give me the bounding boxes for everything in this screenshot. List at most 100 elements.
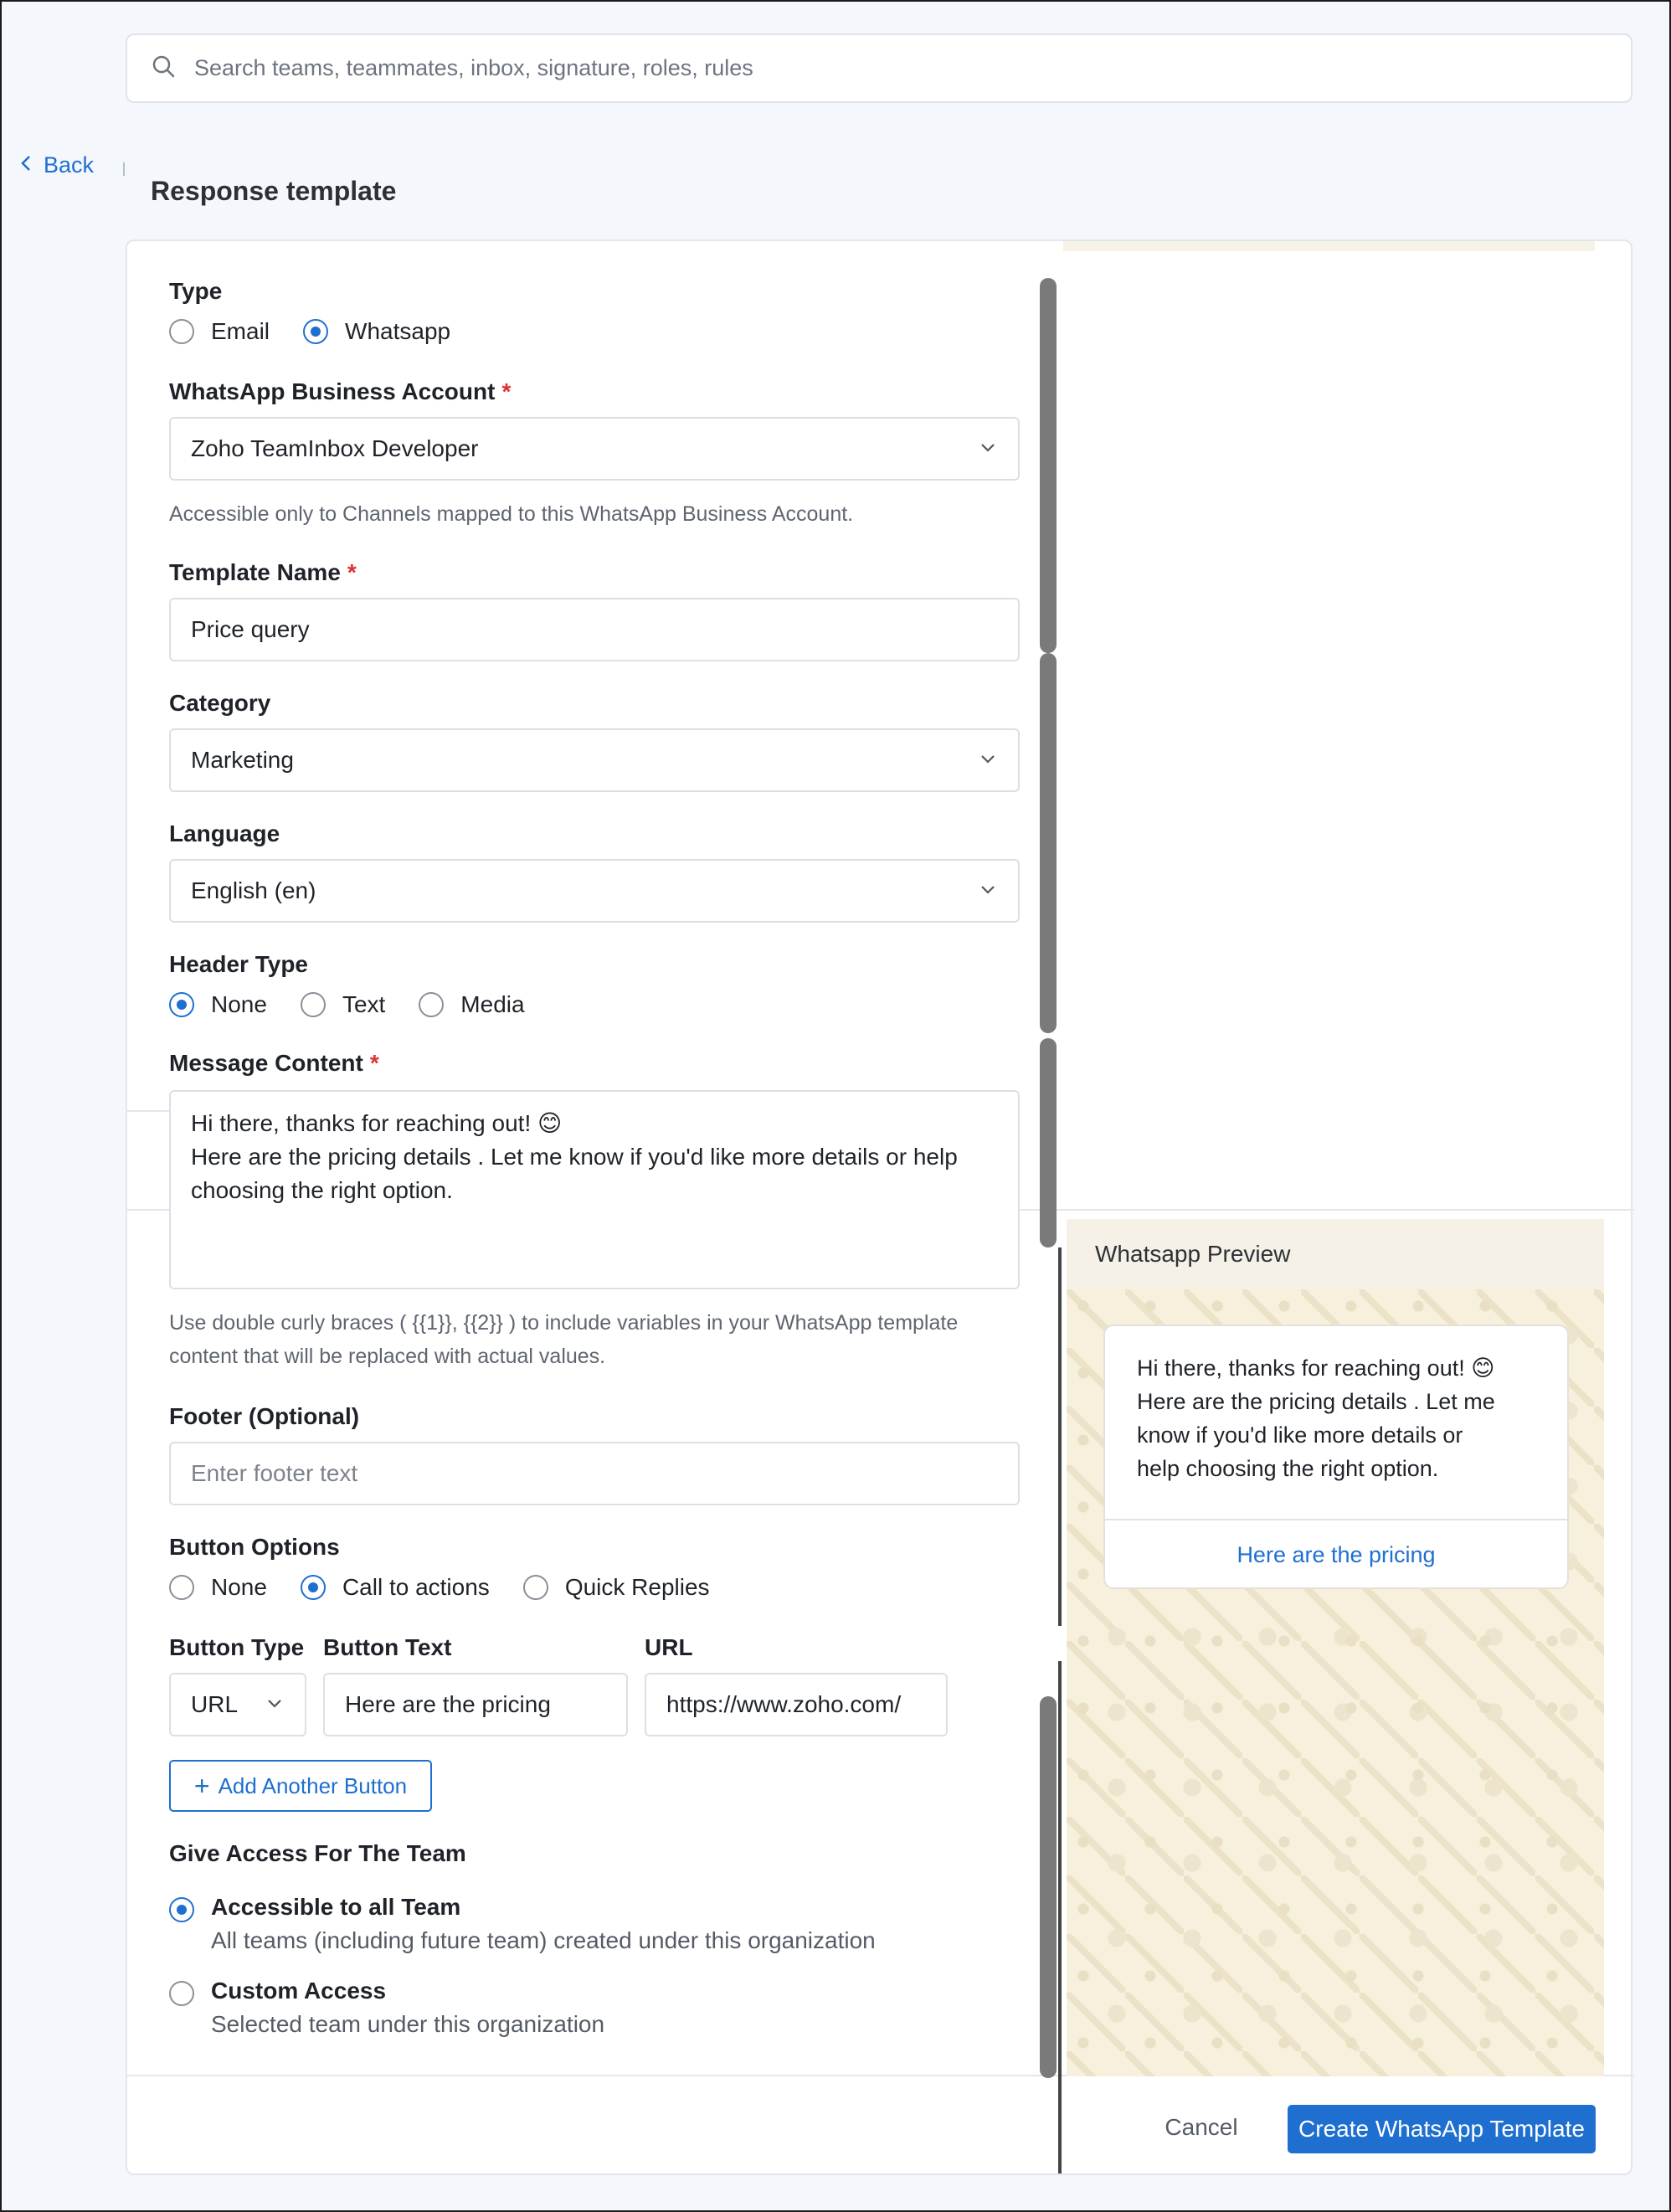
whatsapp-preview-header: Whatsapp Preview xyxy=(1067,1219,1604,1289)
button-quick-replies-radio[interactable]: Quick Replies xyxy=(522,1574,710,1601)
template-name-field[interactable] xyxy=(169,598,1020,661)
radio-label: Text xyxy=(342,991,386,1017)
language-select[interactable]: English (en) xyxy=(169,859,1020,923)
button-text-field[interactable] xyxy=(323,1673,628,1736)
radio-circle xyxy=(300,992,326,1017)
divider xyxy=(127,1110,169,1112)
radio-label: Quick Replies xyxy=(564,1574,710,1600)
access-option-subtitle: All teams (including future team) create… xyxy=(211,1927,876,1953)
required-mark: * xyxy=(347,559,357,585)
page-title: Response template xyxy=(151,176,397,206)
chevron-left-icon xyxy=(18,152,44,178)
header-none-radio[interactable]: None xyxy=(169,991,267,1018)
scrollbar-thumb[interactable] xyxy=(1040,1038,1057,1247)
radio-circle xyxy=(303,319,329,344)
header-type-label: Header Type xyxy=(169,951,308,977)
message-content-label-text: Message Content xyxy=(169,1050,363,1076)
divider xyxy=(1058,1661,1062,2173)
search-icon xyxy=(151,54,176,83)
plus-icon: + xyxy=(193,1771,210,1801)
radio-circle xyxy=(522,1575,548,1600)
search-input[interactable] xyxy=(194,55,1534,81)
access-option-subtitle: Selected team under this organization xyxy=(211,2011,605,2037)
radio-label: None xyxy=(211,1574,267,1600)
radio-circle xyxy=(169,1575,194,1600)
header-text-radio[interactable]: Text xyxy=(300,991,386,1018)
required-mark: * xyxy=(369,1050,379,1076)
radio-circle xyxy=(169,1981,194,2006)
radio-label: None xyxy=(211,991,267,1017)
button-text-label: Button Text xyxy=(323,1634,452,1660)
language-label: Language xyxy=(169,820,280,846)
button-options-label: Button Options xyxy=(169,1534,340,1560)
button-options-radio-group: None Call to actions Quick Replies xyxy=(169,1574,743,1601)
header-type-radio-group: None Text Media xyxy=(169,991,558,1018)
radio-circle xyxy=(300,1575,326,1600)
preview-message-text: Hi there, thanks for reaching out! 😊 Her… xyxy=(1137,1355,1495,1481)
template-name-label: Template Name * xyxy=(169,559,357,586)
create-whatsapp-template-button[interactable]: Create WhatsApp Template xyxy=(1288,2105,1596,2153)
radio-circle xyxy=(169,1897,194,1922)
category-select[interactable]: Marketing xyxy=(169,728,1020,792)
cancel-button[interactable]: Cancel xyxy=(1139,2103,1264,2152)
category-label: Category xyxy=(169,690,271,716)
divider xyxy=(123,162,125,176)
type-whatsapp-radio[interactable]: Whatsapp xyxy=(303,318,450,345)
preview-cta-button[interactable]: Here are the pricing xyxy=(1105,1520,1567,1589)
url-field[interactable] xyxy=(645,1673,948,1736)
type-radio-group: Email Whatsapp xyxy=(169,318,484,345)
message-content-label: Message Content * xyxy=(169,1050,379,1077)
type-label: Type xyxy=(169,278,223,304)
footer-label: Footer (Optional) xyxy=(169,1403,360,1429)
type-email-radio[interactable]: Email xyxy=(169,318,270,345)
access-option-title: Custom Access xyxy=(211,1978,387,2004)
waba-label-text: WhatsApp Business Account xyxy=(169,378,496,404)
add-another-button-label: Add Another Button xyxy=(218,1772,408,1798)
preview-cta-label: Here are the pricing xyxy=(1237,1541,1436,1567)
required-mark: * xyxy=(501,378,512,404)
chevron-down-icon xyxy=(268,1700,281,1708)
footer-input[interactable] xyxy=(191,1460,998,1487)
preview-top-strip xyxy=(1063,241,1595,251)
back-link[interactable]: Back xyxy=(18,152,94,178)
scrollbar-thumb[interactable] xyxy=(1040,278,1057,653)
scrollbar-thumb[interactable] xyxy=(1040,653,1057,1033)
chevron-down-icon xyxy=(981,886,995,894)
language-select-value: English (en) xyxy=(191,877,316,903)
waba-label: WhatsApp Business Account * xyxy=(169,378,511,405)
scrollbar-thumb[interactable] xyxy=(1040,1696,1057,2078)
message-hint-line1: Use double curly braces ( {{1}}, {{2}} )… xyxy=(169,1311,959,1335)
button-type-label: Button Type xyxy=(169,1634,305,1660)
message-content-value: Hi there, thanks for reaching out! 😊 Her… xyxy=(191,1110,958,1203)
search-bar[interactable] xyxy=(126,33,1632,103)
waba-select[interactable]: Zoho TeamInbox Developer xyxy=(169,417,1020,481)
radio-circle xyxy=(169,319,194,344)
url-label: URL xyxy=(645,1634,693,1660)
url-input[interactable] xyxy=(666,1691,926,1718)
radio-circle xyxy=(419,992,445,1017)
category-select-value: Marketing xyxy=(191,747,294,773)
divider xyxy=(1058,1247,1062,1626)
template-name-input[interactable] xyxy=(191,616,998,643)
access-custom-radio[interactable]: Custom Access Selected team under this o… xyxy=(169,1978,604,2038)
access-label: Give Access For The Team xyxy=(169,1840,466,1866)
button-none-radio[interactable]: None xyxy=(169,1574,267,1601)
message-hint-line2: content that will be replaced with actua… xyxy=(169,1345,606,1368)
template-name-label-text: Template Name xyxy=(169,559,341,585)
radio-label: Whatsapp xyxy=(345,318,451,344)
button-cta-radio[interactable]: Call to actions xyxy=(300,1574,490,1601)
button-type-select[interactable]: URL xyxy=(169,1673,306,1736)
waba-select-value: Zoho TeamInbox Developer xyxy=(191,435,479,461)
add-another-button[interactable]: + Add Another Button xyxy=(169,1760,432,1812)
access-all-team-radio[interactable]: Accessible to all Team All teams (includ… xyxy=(169,1894,876,1954)
whatsapp-preview-title: Whatsapp Preview xyxy=(1095,1241,1291,1267)
access-option-title: Accessible to all Team xyxy=(211,1894,461,1920)
button-text-input[interactable] xyxy=(345,1691,606,1718)
footer-field[interactable] xyxy=(169,1442,1020,1505)
radio-label: Media xyxy=(460,991,525,1017)
radio-circle xyxy=(169,992,194,1017)
header-media-radio[interactable]: Media xyxy=(419,991,525,1018)
message-content-textarea[interactable]: Hi there, thanks for reaching out! 😊 Her… xyxy=(169,1090,1020,1289)
waba-hint: Accessible only to Channels mapped to th… xyxy=(169,502,854,526)
radio-label: Email xyxy=(211,318,270,344)
